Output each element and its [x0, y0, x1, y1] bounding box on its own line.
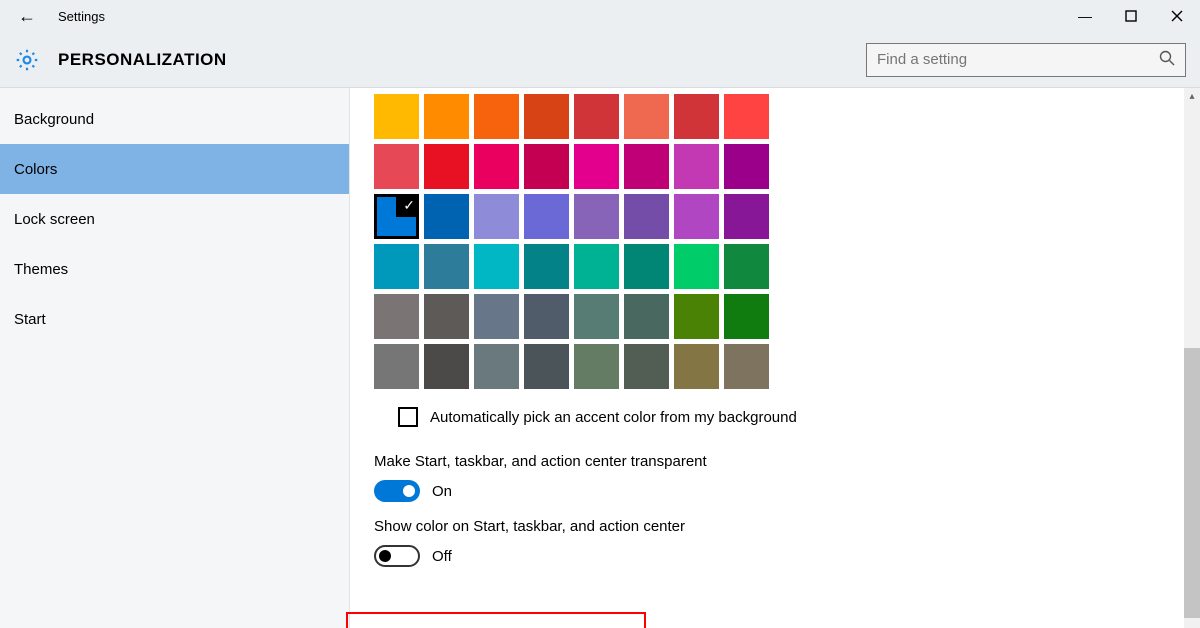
sidebar-item-start[interactable]: Start [0, 294, 349, 344]
color-swatch[interactable] [474, 244, 519, 289]
back-arrow-icon[interactable]: ← [18, 7, 36, 25]
color-swatch[interactable] [624, 194, 669, 239]
color-swatch[interactable] [524, 194, 569, 239]
minimize-button[interactable]: — [1062, 0, 1108, 32]
show-color-state: Off [432, 548, 452, 565]
window-controls: — [1062, 0, 1200, 32]
color-swatch[interactable] [724, 144, 769, 189]
color-swatch[interactable] [674, 94, 719, 139]
color-swatch[interactable] [474, 94, 519, 139]
search-icon [1159, 50, 1175, 69]
color-swatch[interactable] [574, 94, 619, 139]
color-swatch[interactable] [624, 244, 669, 289]
scrollbar-thumb[interactable] [1184, 348, 1200, 618]
color-swatch[interactable] [474, 194, 519, 239]
color-swatch[interactable] [674, 294, 719, 339]
color-swatch[interactable] [674, 344, 719, 389]
color-swatch[interactable] [624, 94, 669, 139]
gear-icon [14, 47, 40, 73]
color-swatch[interactable]: ✓ [374, 194, 419, 239]
color-swatch[interactable] [674, 194, 719, 239]
close-button[interactable] [1154, 0, 1200, 32]
color-swatch[interactable] [374, 144, 419, 189]
color-swatch[interactable] [724, 94, 769, 139]
color-swatch[interactable] [524, 144, 569, 189]
color-swatch[interactable] [574, 144, 619, 189]
sidebar-item-colors[interactable]: Colors [0, 144, 349, 194]
color-swatch[interactable] [624, 344, 669, 389]
color-swatch[interactable] [524, 94, 569, 139]
color-swatch[interactable] [524, 244, 569, 289]
show-color-toggle[interactable] [374, 545, 420, 567]
color-swatch[interactable] [624, 144, 669, 189]
transparent-state: On [432, 483, 452, 500]
header: PERSONALIZATION [0, 32, 1200, 88]
color-swatch[interactable] [424, 194, 469, 239]
auto-pick-row[interactable]: Automatically pick an accent color from … [398, 407, 1176, 427]
auto-pick-label: Automatically pick an accent color from … [430, 409, 797, 426]
titlebar: ← Settings — [0, 0, 1200, 32]
color-swatch[interactable] [574, 244, 619, 289]
color-swatch[interactable] [374, 294, 419, 339]
auto-pick-checkbox[interactable] [398, 407, 418, 427]
color-swatch[interactable] [524, 294, 569, 339]
show-color-label: Show color on Start, taskbar, and action… [374, 518, 1176, 535]
color-swatch[interactable] [574, 344, 619, 389]
content-area: ✓ Automatically pick an accent color fro… [350, 88, 1200, 628]
color-swatch[interactable] [674, 244, 719, 289]
color-swatch[interactable] [374, 344, 419, 389]
color-swatch[interactable] [474, 294, 519, 339]
color-swatch[interactable] [424, 94, 469, 139]
color-swatch[interactable] [424, 244, 469, 289]
color-swatch[interactable] [724, 294, 769, 339]
accent-color-grid: ✓ [374, 94, 1176, 389]
color-swatch[interactable] [374, 94, 419, 139]
color-swatch[interactable] [474, 144, 519, 189]
sidebar-item-lock-screen[interactable]: Lock screen [0, 194, 349, 244]
transparent-label: Make Start, taskbar, and action center t… [374, 453, 1176, 470]
transparent-toggle[interactable] [374, 480, 420, 502]
scroll-up-icon[interactable]: ▴ [1184, 88, 1200, 104]
search-input[interactable] [877, 51, 1159, 68]
color-swatch[interactable] [374, 244, 419, 289]
page-title: PERSONALIZATION [58, 50, 227, 70]
check-icon: ✓ [403, 197, 415, 214]
vertical-scrollbar[interactable]: ▴ [1184, 88, 1200, 628]
color-swatch[interactable] [574, 294, 619, 339]
color-swatch[interactable] [674, 144, 719, 189]
window-title: Settings [58, 9, 105, 24]
color-swatch[interactable] [524, 344, 569, 389]
sidebar: BackgroundColorsLock screenThemesStart [0, 88, 350, 628]
color-swatch[interactable] [424, 294, 469, 339]
color-swatch[interactable] [724, 244, 769, 289]
color-swatch[interactable] [424, 344, 469, 389]
sidebar-item-themes[interactable]: Themes [0, 244, 349, 294]
color-swatch[interactable] [474, 344, 519, 389]
search-box[interactable] [866, 43, 1186, 77]
color-swatch[interactable] [724, 194, 769, 239]
maximize-button[interactable] [1108, 0, 1154, 32]
color-swatch[interactable] [424, 144, 469, 189]
color-swatch[interactable] [624, 294, 669, 339]
sidebar-item-background[interactable]: Background [0, 94, 349, 144]
color-swatch[interactable] [574, 194, 619, 239]
color-swatch[interactable] [724, 344, 769, 389]
